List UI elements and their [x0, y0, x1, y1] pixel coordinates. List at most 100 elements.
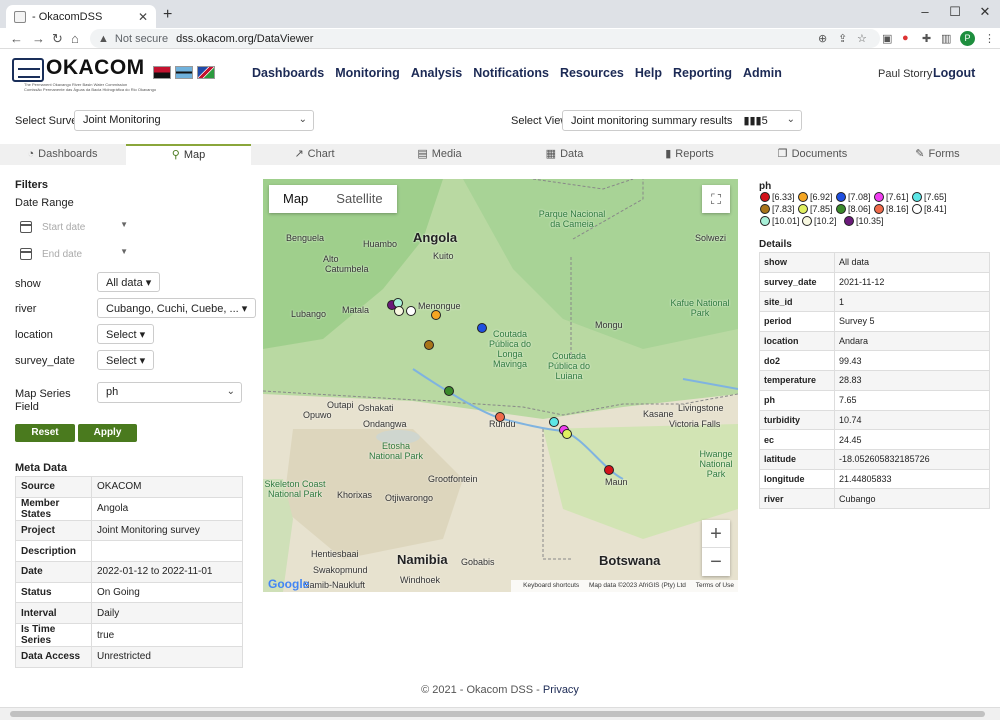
legend-item[interactable]: [8.41]: [912, 204, 947, 214]
legend-item[interactable]: [6.33]: [760, 192, 795, 202]
survey-date-dropdown[interactable]: Select ▾: [97, 350, 155, 370]
nav-analysis[interactable]: Analysis: [411, 66, 462, 80]
legend-item[interactable]: [7.08]: [836, 192, 871, 202]
terms-link[interactable]: Terms of Use: [696, 582, 734, 589]
tab-data[interactable]: ▦ Data: [502, 144, 627, 165]
show-value: All data: [106, 277, 143, 289]
river-label: river: [15, 303, 37, 315]
zoom-control: + −: [702, 520, 730, 576]
keyboard-shortcuts-link[interactable]: Keyboard shortcuts: [523, 582, 579, 589]
map-type-satellite-button[interactable]: Satellite: [322, 185, 396, 213]
legend-item[interactable]: [7.65]: [912, 192, 947, 202]
logout-link[interactable]: Logout: [933, 66, 975, 80]
scrollbar-thumb[interactable]: [10, 711, 985, 717]
user-name[interactable]: Paul Storry: [878, 68, 932, 80]
map-site-marker[interactable]: [424, 340, 434, 350]
nav-help[interactable]: Help: [635, 66, 662, 80]
tab-documents[interactable]: ❐ Documents: [750, 144, 875, 165]
map-site-marker[interactable]: [444, 386, 454, 396]
meta-data-heading: Meta Data: [15, 462, 67, 474]
extensions-puzzle-icon[interactable]: ✚: [922, 32, 931, 45]
zoom-in-button[interactable]: +: [702, 520, 730, 548]
tab-dashboards[interactable]: ◔ Dashboards: [0, 144, 125, 165]
start-date-input[interactable]: Start date ▼: [20, 218, 130, 236]
survey-select[interactable]: Joint Monitoring ⌄: [74, 110, 314, 131]
home-icon[interactable]: ⌂: [71, 31, 79, 46]
map-canvas[interactable]: Angola Namibia Botswana Benguela Huambo …: [263, 179, 738, 592]
legend-item[interactable]: [6.92]: [798, 192, 833, 202]
river-dropdown[interactable]: Cubango, Cuchi, Cuebe, ... ▾: [97, 298, 257, 318]
nav-resources[interactable]: Resources: [560, 66, 624, 80]
minimize-icon[interactable]: –: [910, 4, 940, 19]
profile-avatar[interactable]: P: [960, 31, 975, 46]
map-site-marker[interactable]: [431, 310, 441, 320]
map-site-marker[interactable]: [562, 429, 572, 439]
meta-value: Unrestricted: [91, 646, 243, 668]
extension-icon[interactable]: ▣: [882, 32, 892, 45]
legend-label: [7.08]: [848, 192, 871, 202]
map-site-marker[interactable]: [549, 417, 559, 427]
reset-filters-button[interactable]: Reset Filters: [15, 424, 75, 456]
map-label-menongue: Menongue: [418, 301, 461, 311]
table-icon: ▦: [545, 148, 557, 160]
extension-red-icon[interactable]: ●: [902, 32, 909, 44]
tab-chart[interactable]: ↗ Chart: [252, 144, 377, 165]
forward-icon[interactable]: →: [32, 31, 45, 46]
legend-item[interactable]: [10.35]: [844, 216, 884, 226]
browser-tab[interactable]: - OkacomDSS ✕: [6, 5, 156, 28]
horizontal-scrollbar[interactable]: [0, 707, 1000, 720]
legend-item[interactable]: [8.16]: [874, 204, 909, 214]
legend-item[interactable]: [7.85]: [798, 204, 833, 214]
apply-filters-button[interactable]: Apply Filters: [78, 424, 137, 456]
tab-forms[interactable]: ✎ Forms: [875, 144, 1000, 165]
window-close-icon[interactable]: ✕: [970, 4, 1000, 20]
tab-media[interactable]: ▤ Media: [377, 144, 502, 165]
legend-item[interactable]: [7.83]: [760, 204, 795, 214]
end-date-input[interactable]: End date ▼: [20, 245, 130, 263]
fullscreen-icon[interactable]: ⛶: [702, 185, 730, 213]
map-series-value: ph: [106, 386, 119, 398]
back-icon[interactable]: ←: [10, 31, 23, 46]
nav-admin[interactable]: Admin: [743, 66, 782, 80]
show-dropdown[interactable]: All data ▾: [97, 272, 161, 292]
map-site-marker[interactable]: [495, 412, 505, 422]
legend-item[interactable]: [10.01]: [760, 216, 800, 226]
legend-swatch-icon: [760, 216, 770, 226]
tab-reports[interactable]: ▮ Reports: [627, 144, 752, 165]
zoom-out-button[interactable]: −: [702, 548, 730, 576]
legend-swatch-icon: [912, 192, 922, 202]
map-site-marker[interactable]: [394, 306, 404, 316]
legend-item[interactable]: [8.06]: [836, 204, 871, 214]
new-tab-icon[interactable]: +: [163, 6, 172, 24]
legend-item[interactable]: [7.61]: [874, 192, 909, 202]
view-select[interactable]: Joint monitoring summary results ▮▮▮5 ⌄: [562, 110, 802, 131]
nav-dashboards[interactable]: Dashboards: [252, 66, 324, 80]
detail-value: Andara: [834, 330, 990, 352]
nav-notifications[interactable]: Notifications: [473, 66, 549, 80]
maximize-icon[interactable]: ☐: [940, 4, 970, 20]
share-icon[interactable]: ⇪: [838, 32, 847, 45]
close-tab-icon[interactable]: ✕: [138, 10, 148, 24]
privacy-link[interactable]: Privacy: [543, 684, 579, 696]
address-bar[interactable]: ▲ Not secure dss.okacom.org/DataViewer: [90, 29, 880, 48]
reload-icon[interactable]: ↻: [52, 31, 63, 47]
okacom-logo[interactable]: OKACOM The Permanent Okavango River Basi…: [12, 56, 156, 92]
map-series-select[interactable]: ph ⌄: [97, 382, 242, 403]
nav-monitoring[interactable]: Monitoring: [335, 66, 400, 80]
tab-label: Map: [183, 149, 206, 161]
map-site-marker[interactable]: [604, 465, 614, 475]
menu-dots-icon[interactable]: ⋮: [984, 32, 995, 45]
chevron-down-icon: ▼: [120, 247, 128, 256]
location-dropdown[interactable]: Select ▾: [97, 324, 155, 344]
zoom-icon[interactable]: ⊕: [818, 32, 827, 45]
nav-reporting[interactable]: Reporting: [673, 66, 732, 80]
legend-item[interactable]: [10.2]: [802, 216, 837, 226]
table-row: Status On Going: [15, 581, 243, 604]
copyright-text: © 2021 - Okacom DSS -: [421, 684, 543, 696]
map-site-marker[interactable]: [477, 323, 487, 333]
sidebar-icon[interactable]: ▥: [941, 32, 951, 45]
tab-map[interactable]: ⚲ Map: [126, 144, 251, 165]
map-site-marker[interactable]: [406, 306, 416, 316]
bookmark-star-icon[interactable]: ☆: [857, 32, 867, 45]
map-type-map-button[interactable]: Map: [269, 185, 322, 213]
